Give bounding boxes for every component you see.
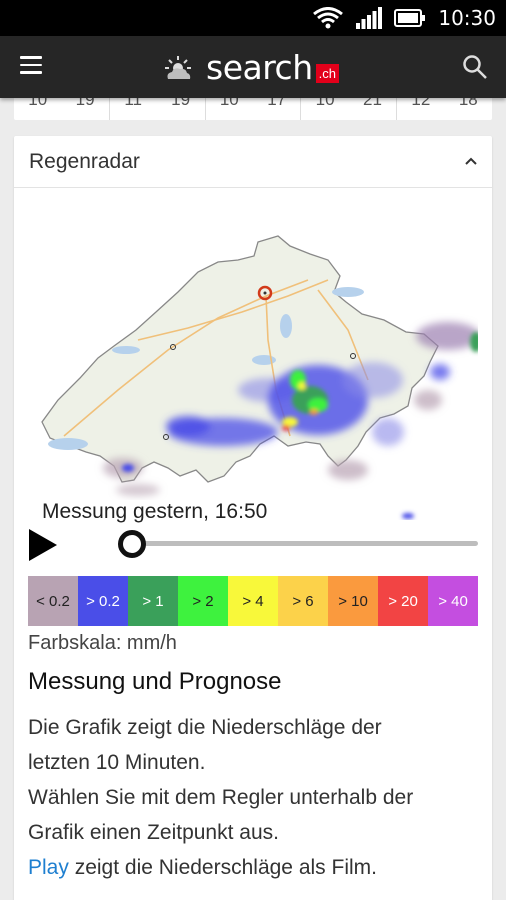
signal-icon [356, 7, 383, 29]
battery-icon [394, 9, 426, 27]
description-line-rest: zeigt die Niederschläge als Film. [68, 856, 377, 879]
description-text: Die Grafik zeigt die Niederschläge der l… [28, 710, 478, 885]
status-bar: 10:30 [0, 0, 506, 36]
clock: 10:30 [438, 6, 496, 30]
brand-word: search [206, 48, 313, 87]
play-link[interactable]: Play [28, 856, 69, 879]
color-scale-swatch: > 10 [328, 576, 378, 626]
color-scale-swatch: < 0.2 [28, 576, 78, 626]
color-scale-swatch: > 1 [128, 576, 178, 626]
play-icon[interactable] [28, 528, 58, 562]
description-line: Die Grafik zeigt die Niederschläge der [28, 716, 382, 739]
app-bar: search .ch [0, 36, 506, 98]
card-title: Regenradar [29, 150, 140, 173]
measurement-timestamp: Messung gestern, 16:50 [40, 500, 270, 524]
search-icon[interactable] [462, 54, 488, 80]
brand-suffix: .ch [315, 64, 339, 83]
radar-map [28, 200, 478, 520]
lake-zurich [280, 314, 292, 338]
brand-logo[interactable]: search .ch [164, 48, 339, 87]
section-heading: Messung und Prognose [28, 668, 282, 695]
color-scale-swatch: > 4 [228, 576, 278, 626]
hamburger-menu-icon[interactable] [20, 56, 42, 76]
lake-neuchatel [112, 346, 140, 354]
lake-constance [332, 287, 364, 297]
time-slider-handle[interactable] [118, 530, 146, 558]
color-scale-swatch: > 6 [278, 576, 328, 626]
sun-cloud-icon [165, 55, 191, 79]
lake-geneva [48, 438, 88, 450]
description-line: letzten 10 Minuten. [28, 751, 206, 774]
color-scale-swatch: > 20 [378, 576, 428, 626]
color-scale-swatch: > 40 [428, 576, 478, 626]
time-slider-track[interactable] [130, 541, 478, 546]
description-line: Grafik einen Zeitpunkt aus. [28, 821, 279, 844]
wifi-icon [313, 7, 344, 29]
unit-label: Farbskala: mm/h [28, 632, 177, 654]
description-line: Wählen Sie mit dem Regler unterhalb der [28, 786, 414, 809]
description-line: Play zeigt die Niederschläge als Film. [28, 850, 478, 885]
chevron-up-icon[interactable] [464, 154, 478, 168]
color-scale: < 0.2 > 0.2 > 1 > 2 > 4 > 6 > 10 > 20 > 40 [28, 576, 478, 626]
color-scale-swatch: > 2 [178, 576, 228, 626]
color-scale-swatch: > 0.2 [78, 576, 128, 626]
radar-card-header[interactable]: Regenradar [14, 136, 492, 188]
